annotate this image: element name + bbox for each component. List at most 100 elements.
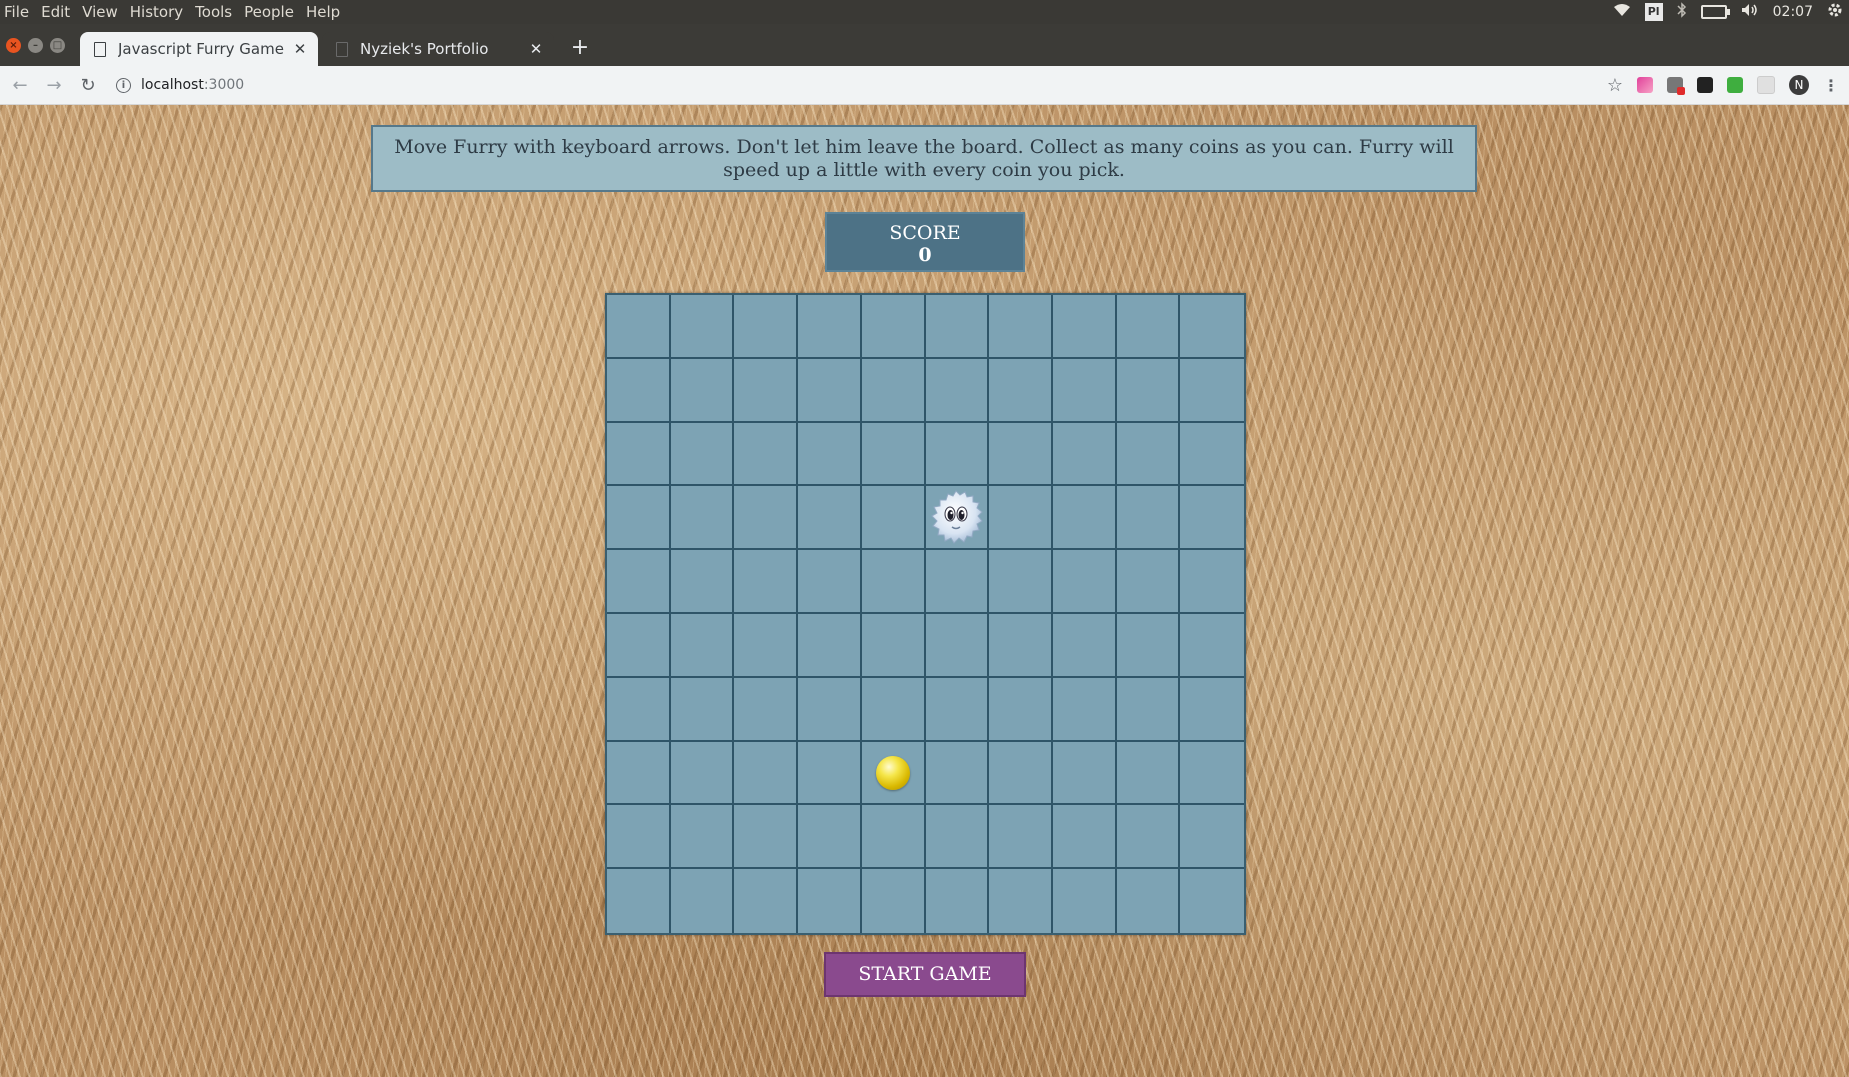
menu-edit[interactable]: Edit (41, 3, 70, 21)
address-bar[interactable]: i localhost:3000 (116, 71, 244, 99)
start-game-button[interactable]: START GAME (824, 952, 1026, 997)
board-cell (798, 677, 862, 742)
board-cell (989, 486, 1053, 551)
tab-nyzieks-portfolio[interactable]: Nyziek's Portfolio ✕ (322, 32, 554, 66)
menu-file[interactable]: File (4, 3, 29, 21)
board-cell (925, 358, 990, 423)
extension-icon[interactable] (1637, 77, 1653, 93)
score-value: 0 (918, 244, 932, 266)
board-cell (1117, 869, 1181, 933)
board-cell (734, 486, 799, 551)
board-cell (861, 422, 926, 487)
board-cell (1180, 550, 1244, 614)
gear-icon[interactable] (1827, 2, 1843, 22)
menu-view[interactable]: View (82, 3, 118, 21)
extension-icon[interactable] (1697, 77, 1713, 93)
tab-strip: × – □ Javascript Furry Game ✕ Nyziek's P… (0, 24, 1849, 66)
menu-people[interactable]: People (244, 3, 294, 21)
furry-character (926, 487, 986, 547)
menu-tools[interactable]: Tools (195, 3, 232, 21)
board-cell (926, 869, 990, 933)
board-cell (1052, 550, 1117, 614)
board-cell (1052, 295, 1117, 359)
board-cell (798, 422, 862, 487)
board-cell (925, 741, 990, 806)
board-cell (798, 550, 862, 614)
tab-javascript-furry-game[interactable]: Javascript Furry Game ✕ (80, 32, 318, 66)
board-cell (671, 869, 735, 933)
board-cell (861, 805, 926, 870)
menu-history[interactable]: History (130, 3, 183, 21)
toolbar-actions: ☆ N ⋮ (1607, 66, 1839, 104)
board-cell (989, 422, 1053, 487)
board-cell (1116, 613, 1181, 678)
avatar[interactable]: N (1789, 75, 1809, 95)
board-cell (607, 295, 671, 359)
board-cell (607, 677, 671, 742)
close-icon[interactable]: ✕ (290, 40, 310, 58)
board-cell (862, 869, 926, 933)
window-close-button[interactable]: × (6, 38, 21, 53)
score-panel: SCORE 0 (825, 212, 1025, 272)
board-cell (861, 613, 926, 678)
clock[interactable]: 02:07 (1773, 4, 1813, 20)
board-cell (798, 805, 862, 870)
back-arrow-icon[interactable]: ← (6, 75, 34, 96)
window-maximize-button[interactable]: □ (50, 38, 65, 53)
board-cell (1052, 677, 1117, 742)
info-icon[interactable]: i (116, 77, 131, 93)
board-cell (798, 358, 862, 423)
volume-icon[interactable] (1741, 3, 1759, 21)
tab-title: Javascript Furry Game (118, 40, 284, 58)
board-cell (1180, 742, 1244, 806)
close-icon[interactable]: ✕ (526, 40, 546, 58)
board-cell (1180, 486, 1244, 551)
board-cell (925, 677, 990, 742)
board-cell (925, 295, 990, 359)
board-cell (607, 741, 671, 806)
battery-icon[interactable] (1700, 5, 1730, 19)
board-cell (670, 486, 735, 551)
board-cell (734, 869, 799, 933)
board-cell (798, 741, 862, 806)
system-tray: Pl 02:07 (1613, 0, 1843, 24)
board-cell (1116, 295, 1181, 359)
new-tab-button[interactable]: + (568, 36, 592, 60)
menu-help[interactable]: Help (306, 3, 340, 21)
board-cell (1116, 422, 1181, 487)
board-cell (1180, 805, 1244, 870)
board-grid (607, 295, 1244, 933)
board-cell (798, 613, 862, 678)
board-cell (1052, 358, 1117, 423)
score-label: SCORE (889, 222, 961, 244)
board-cell (607, 550, 671, 614)
board-cell (925, 422, 990, 487)
board-cell (607, 869, 671, 933)
board-cell (1116, 550, 1181, 614)
keyboard-layout-indicator[interactable]: Pl (1644, 3, 1663, 21)
board-cell (607, 422, 671, 487)
wifi-icon[interactable] (1613, 3, 1631, 21)
board-cell (989, 869, 1053, 933)
reload-icon[interactable]: ↻ (74, 75, 102, 96)
board-cell (861, 677, 926, 742)
board-cell (798, 869, 862, 933)
extension-icon[interactable] (1727, 77, 1743, 93)
app-menu: File Edit View History Tools People Help (0, 3, 352, 21)
board-cell (1052, 741, 1117, 806)
extension-icon[interactable] (1757, 76, 1775, 94)
star-icon[interactable]: ☆ (1607, 75, 1623, 96)
window-minimize-button[interactable]: – (28, 38, 43, 53)
page-icon (94, 41, 106, 57)
board-cell (1180, 295, 1244, 359)
board-cell (1180, 614, 1244, 678)
board-cell (1052, 613, 1117, 678)
board-cell (925, 805, 990, 870)
kebab-menu-icon[interactable]: ⋮ (1823, 76, 1839, 95)
extension-icon[interactable] (1667, 77, 1685, 95)
game-board[interactable] (605, 293, 1246, 935)
bluetooth-icon[interactable] (1677, 2, 1687, 22)
url-port: :3000 (203, 77, 245, 93)
board-cell (989, 295, 1053, 359)
forward-arrow-icon[interactable]: → (40, 75, 68, 96)
